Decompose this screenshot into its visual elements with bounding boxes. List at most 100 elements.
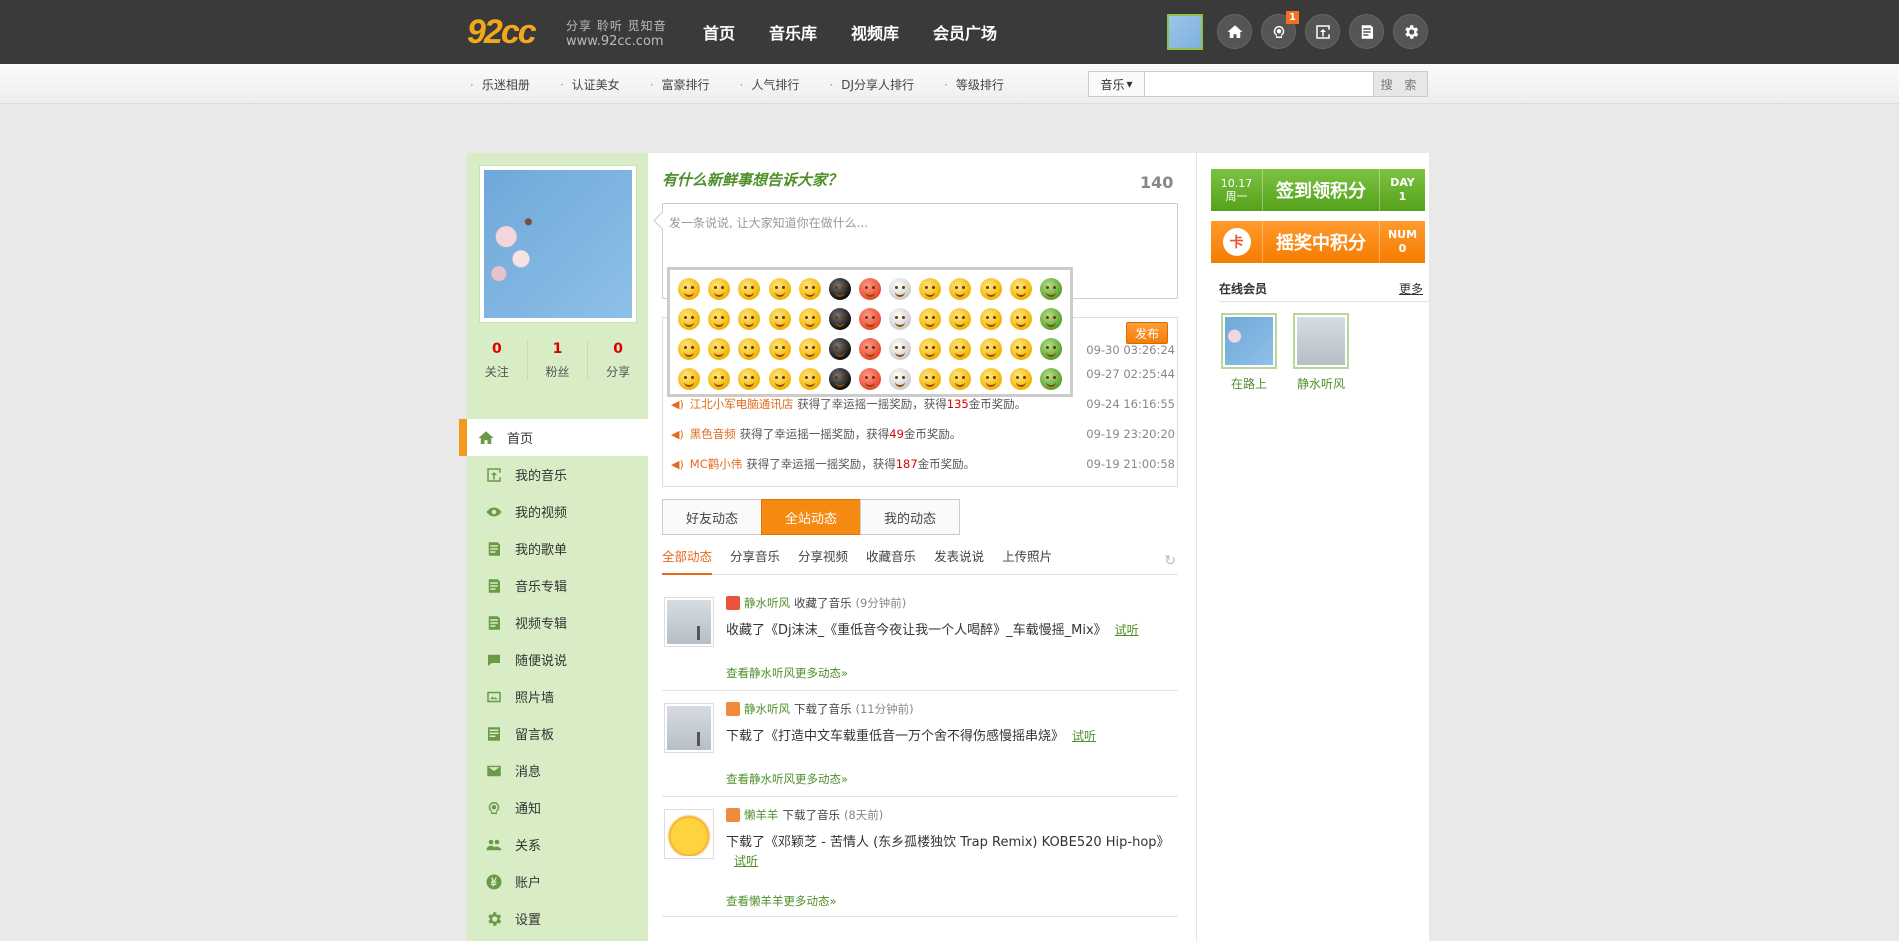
feed-avatar[interactable] [664,809,714,859]
emoji-icon[interactable] [949,278,972,300]
emoji-icon[interactable] [738,368,761,390]
emoji-icon[interactable] [828,338,851,360]
filter-photos[interactable]: 上传照片 [1002,545,1052,575]
emoji-icon[interactable] [979,278,1002,300]
online-more-link[interactable]: 更多 [1399,280,1423,297]
emoji-icon[interactable] [768,308,791,330]
feed-more-link[interactable]: 查看懒羊羊更多动态» [726,893,837,909]
stat-shares[interactable]: 0 分享 [588,341,648,380]
feed-avatar[interactable] [664,703,714,753]
feed-user[interactable]: 静水听风 [744,595,790,611]
emoji-icon[interactable] [979,308,1002,330]
main-nav-home[interactable]: 首页 [703,20,735,44]
feed-avatar[interactable] [664,597,714,647]
emoji-icon[interactable] [858,308,881,330]
left-nav-talk[interactable]: 随便说说 [467,641,648,678]
left-nav-my-video[interactable]: 我的视频 [467,493,648,530]
emoji-icon[interactable] [919,278,942,300]
left-nav-notices[interactable]: 通知 [467,789,648,826]
emoji-icon[interactable] [678,278,701,300]
emoji-icon[interactable] [1009,278,1032,300]
emoji-icon[interactable] [858,368,881,390]
left-nav-music-album[interactable]: 音乐专辑 [467,567,648,604]
profile-avatar[interactable] [479,165,637,323]
ticker-user[interactable]: MC鹳小伟 [690,456,742,472]
emoji-icon[interactable] [919,338,942,360]
filter-share-music[interactable]: 分享音乐 [730,545,780,575]
main-nav-members[interactable]: 会员广场 [933,20,997,44]
left-nav-home[interactable]: 首页 [459,419,648,456]
emoji-icon[interactable] [858,338,881,360]
emoji-icon[interactable] [798,338,821,360]
sign-in-card[interactable]: 10.17 周一 签到领积分 DAY 1 [1211,169,1425,211]
emoji-icon[interactable] [738,308,761,330]
left-nav-messages[interactable]: 消息 [467,752,648,789]
try-listen-link[interactable]: 试听 [1072,729,1096,743]
emoji-icon[interactable] [738,278,761,300]
search-type-select[interactable]: 音乐 ▾ [1089,72,1145,96]
filter-talk[interactable]: 发表说说 [934,545,984,575]
emoji-icon[interactable] [949,338,972,360]
emoji-icon[interactable] [949,308,972,330]
search-input[interactable] [1145,72,1373,96]
emoji-icon[interactable] [798,278,821,300]
left-nav-video-album[interactable]: 视频专辑 [467,604,648,641]
left-nav-account[interactable]: 账户 [467,863,648,900]
emoji-icon[interactable] [1039,278,1062,300]
filter-fav-music[interactable]: 收藏音乐 [866,545,916,575]
sub-nav-popular-rank[interactable]: 人气排行 [740,76,799,93]
emoji-icon[interactable] [798,368,821,390]
emoji-icon[interactable] [919,308,942,330]
emoji-icon[interactable] [828,308,851,330]
emoji-icon[interactable] [708,368,731,390]
try-listen-link[interactable]: 试听 [1115,623,1139,637]
emoji-icon[interactable] [708,308,731,330]
main-nav-video[interactable]: 视频库 [851,20,899,44]
user-avatar-thumb[interactable] [1167,14,1203,50]
emoji-icon[interactable] [678,368,701,390]
emoji-icon[interactable] [678,338,701,360]
ticker-user[interactable]: 江北小军电脑通讯店 [690,396,794,412]
tab-mine[interactable]: 我的动态 [860,499,960,535]
emoji-icon[interactable] [1009,308,1032,330]
emoji-icon[interactable] [798,308,821,330]
emoji-icon[interactable] [768,278,791,300]
emoji-icon[interactable] [889,278,912,300]
home-icon[interactable] [1217,14,1252,49]
emoji-icon[interactable] [828,368,851,390]
emoji-icon[interactable] [708,278,731,300]
emoji-icon[interactable] [889,308,912,330]
emoji-icon[interactable] [979,338,1002,360]
main-nav-music[interactable]: 音乐库 [769,20,817,44]
ticker-user[interactable]: 黑色音频 [690,426,736,442]
sub-nav-albums[interactable]: 乐迷相册 [470,76,530,93]
left-nav-settings[interactable]: 设置 [467,900,648,937]
emoji-icon[interactable] [1039,338,1062,360]
broadcast-icon[interactable]: 1 [1261,11,1299,49]
left-nav-relations[interactable]: 关系 [467,826,648,863]
emoji-icon[interactable] [1009,338,1032,360]
filter-all[interactable]: 全部动态 [662,545,713,575]
emoji-icon[interactable] [889,368,912,390]
list-icon[interactable] [1349,14,1384,49]
emoji-icon[interactable] [708,338,731,360]
emoji-icon[interactable] [949,368,972,390]
sub-nav-verified[interactable]: 认证美女 [560,76,620,93]
emoji-icon[interactable] [919,368,942,390]
left-nav-guestbook[interactable]: 留言板 [467,715,648,752]
emoji-icon[interactable] [1009,368,1032,390]
lottery-card[interactable]: 卡 摇奖中积分 NUM 0 [1211,221,1425,263]
feed-user[interactable]: 静水听风 [744,701,790,717]
emoji-icon[interactable] [889,338,912,360]
emoji-icon[interactable] [678,308,701,330]
gear-icon[interactable] [1393,14,1428,49]
left-nav-photos[interactable]: 照片墙 [467,678,648,715]
feed-more-link[interactable]: 查看静水听风更多动态» [726,665,848,681]
search-button[interactable]: 搜 索 [1373,72,1427,96]
stat-following[interactable]: 0 关注 [467,341,528,380]
left-nav-my-playlist[interactable]: 我的歌单 [467,530,648,567]
feed-more-link[interactable]: 查看静水听风更多动态» [726,771,848,787]
site-logo[interactable]: 92cc 分享 聆听 觅知音 www.92cc.com [467,12,677,52]
stat-fans[interactable]: 1 粉丝 [528,341,589,380]
left-nav-my-music[interactable]: 我的音乐 [467,456,648,493]
